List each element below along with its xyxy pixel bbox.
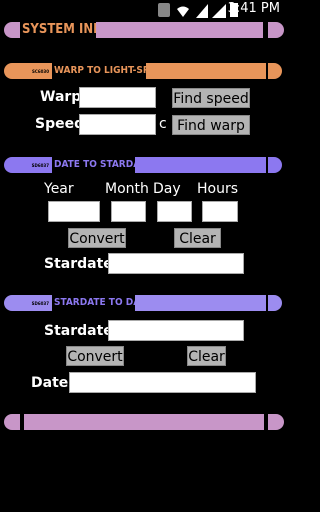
dts-cap-right — [268, 157, 282, 173]
stardate-input[interactable] — [108, 320, 244, 341]
header-cap-right — [268, 22, 284, 38]
header-cap-left — [4, 22, 20, 38]
signal-icon-2 — [212, 3, 226, 18]
year-input[interactable] — [48, 201, 100, 222]
speed-input[interactable] — [79, 114, 156, 135]
dts-code: SD6037 — [31, 163, 49, 168]
warp-bar-right — [146, 63, 266, 79]
signal-icon — [196, 3, 208, 18]
find-speed-button[interactable]: Find speed — [172, 88, 250, 108]
convert-button-2[interactable]: Convert — [66, 346, 124, 366]
stardate-result-field[interactable] — [108, 253, 244, 274]
day-label: Day — [153, 181, 181, 197]
warp-code: SC6030 — [32, 69, 49, 74]
std-bar-left: SD6037 — [4, 295, 52, 311]
status-bar: 3:41 PM — [0, 0, 288, 20]
footer-bar — [24, 414, 264, 430]
dts-bar-right — [135, 157, 266, 173]
notification-icon — [158, 3, 170, 17]
hours-input[interactable] — [202, 201, 238, 222]
find-warp-button[interactable]: Find warp — [172, 115, 250, 135]
footer-cap-right — [268, 414, 284, 430]
day-input[interactable] — [157, 201, 192, 222]
year-label: Year — [44, 181, 74, 197]
warp-label: Warp — [40, 89, 82, 105]
month-label: Month — [105, 181, 149, 197]
footer-cap-left — [4, 414, 20, 430]
std-bar-right — [135, 295, 266, 311]
clear-button-2[interactable]: Clear — [187, 346, 226, 366]
speed-unit: c — [159, 116, 167, 132]
warp-input[interactable] — [79, 87, 156, 108]
std-code: SD6037 — [31, 301, 49, 306]
warp-cap-right — [268, 63, 282, 79]
wifi-icon — [176, 3, 190, 17]
speed-label: Speed — [35, 116, 85, 132]
header-bar — [96, 22, 263, 38]
date-result-label: Date: — [31, 375, 74, 391]
convert-button[interactable]: Convert — [68, 228, 126, 248]
month-input[interactable] — [111, 201, 146, 222]
hours-label: Hours — [197, 181, 239, 197]
clear-button[interactable]: Clear — [174, 228, 221, 248]
status-time: 3:41 PM — [227, 1, 280, 16]
date-result-field[interactable] — [69, 372, 256, 393]
std-cap-right — [268, 295, 282, 311]
warp-bar-left: SC6030 — [4, 63, 52, 79]
dts-bar-left: SD6037 — [4, 157, 52, 173]
